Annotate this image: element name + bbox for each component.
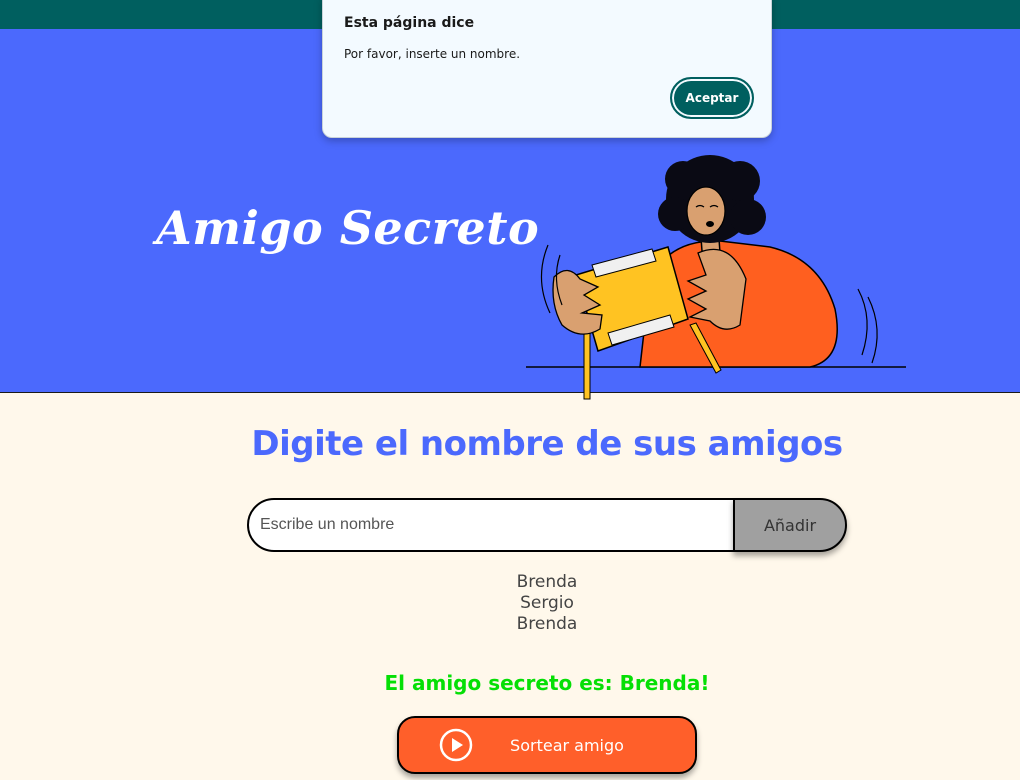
friends-list: Brenda Sergio Brenda [0,572,1020,635]
accept-button[interactable]: Aceptar [670,77,754,119]
draw-button[interactable]: Sortear amigo [397,716,697,774]
dialog-title: Esta página dice [344,15,475,31]
name-input[interactable] [247,498,737,552]
hero-title: Amigo Secreto [156,201,540,255]
section-title: Digite el nombre de sus amigos [251,424,843,464]
list-item: Sergio [520,593,574,613]
result-text: El amigo secreto es: Brenda! [384,671,710,695]
add-button[interactable]: Añadir [733,498,847,552]
alert-dialog: Esta página dice Por favor, inserte un n… [322,0,772,138]
list-item: Brenda [516,614,578,634]
name-input-group: Añadir [247,498,847,552]
list-item: Brenda [516,572,578,592]
person-opening-gift-illustration [526,155,906,400]
draw-button-label: Sortear amigo [510,735,624,755]
dialog-message: Por favor, inserte un nombre. [344,47,521,61]
